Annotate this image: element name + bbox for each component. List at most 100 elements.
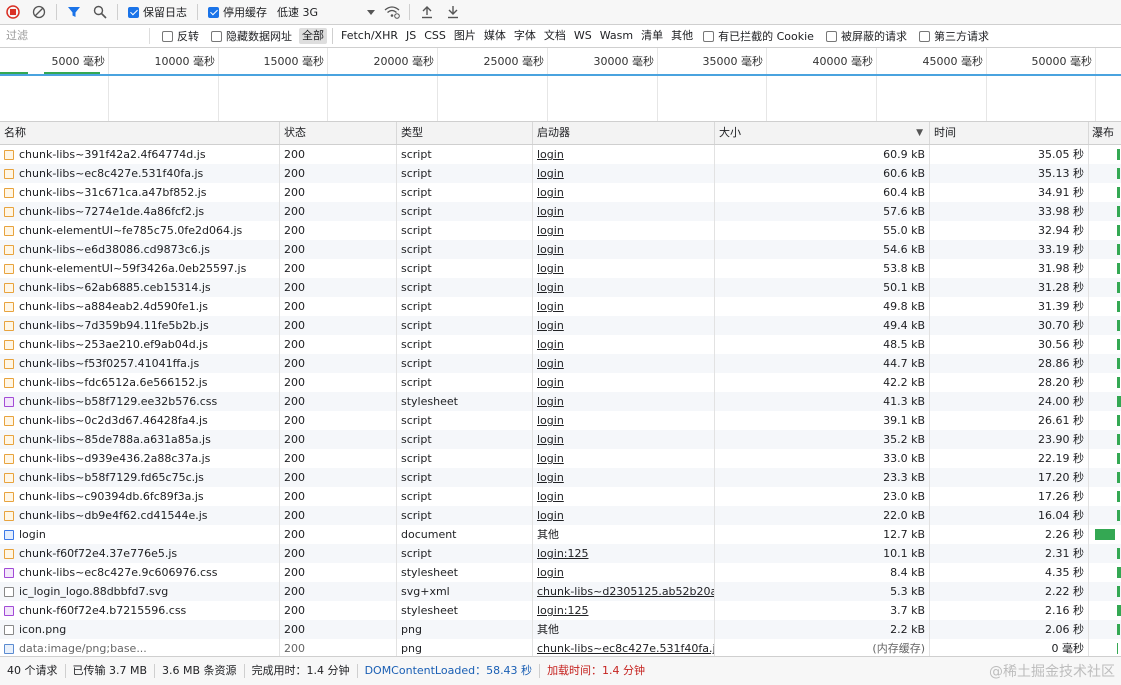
download-icon[interactable] (444, 3, 462, 21)
cell-initiator[interactable]: login (533, 164, 715, 183)
initiator-link[interactable]: login (537, 452, 564, 465)
header-time[interactable]: 时间 (930, 122, 1089, 144)
initiator-link[interactable]: login (537, 319, 564, 332)
cell-name[interactable]: chunk-libs~e6d38086.cd9873c6.js (0, 240, 280, 259)
cell-initiator[interactable]: login (533, 259, 715, 278)
cell-name[interactable]: chunk-libs~b58f7129.fd65c75c.js (0, 468, 280, 487)
initiator-link[interactable]: login (537, 148, 564, 161)
third-party-checkbox[interactable]: 第三方请求 (918, 28, 989, 44)
cell-name[interactable]: chunk-elementUI~fe785c75.0fe2d064.js (0, 221, 280, 240)
preserve-log-checkbox[interactable]: 保留日志 (128, 4, 187, 20)
table-row[interactable]: chunk-libs~253ae210.ef9ab04d.js 200 script… (0, 335, 1121, 354)
cell-name[interactable]: chunk-libs~7274e1de.4a86fcf2.js (0, 202, 280, 221)
initiator-link[interactable]: login (537, 300, 564, 313)
cell-name[interactable]: ic_login_logo.88dbbfd7.svg (0, 582, 280, 601)
initiator-link[interactable]: login (537, 281, 564, 294)
cell-initiator[interactable]: login (533, 240, 715, 259)
cell-initiator[interactable]: login (533, 563, 715, 582)
type-filter-wasm[interactable]: Wasm (597, 28, 636, 44)
cell-name[interactable]: chunk-libs~a884eab2.4d590fe1.js (0, 297, 280, 316)
table-row[interactable]: login 200 document 其他 12.7 kB 2.26 秒 (0, 525, 1121, 544)
initiator-link[interactable]: login (537, 471, 564, 484)
blocked-cookies-checkbox[interactable]: 有已拦截的 Cookie (703, 28, 814, 44)
table-row[interactable]: chunk-libs~e6d38086.cd9873c6.js 200 script… (0, 240, 1121, 259)
table-row[interactable]: chunk-libs~d939e436.2a88c37a.js 200 script… (0, 449, 1121, 468)
table-row[interactable]: chunk-libs~b58f7129.ee32b576.css 200 style… (0, 392, 1121, 411)
cell-initiator[interactable]: login (533, 221, 715, 240)
cell-name[interactable]: chunk-elementUI~59f3426a.0eb25597.js (0, 259, 280, 278)
table-row[interactable]: ic_login_logo.88dbbfd7.svg 200 svg+xml chun… (0, 582, 1121, 601)
upload-icon[interactable] (418, 3, 436, 21)
type-filter-other[interactable]: 其他 (668, 28, 696, 44)
cell-name[interactable]: chunk-libs~85de788a.a631a85a.js (0, 430, 280, 449)
cell-name[interactable]: chunk-libs~391f42a2.4f64774d.js (0, 145, 280, 164)
cell-name[interactable]: chunk-libs~7d359b94.11fe5b2b.js (0, 316, 280, 335)
checkbox-box[interactable] (162, 30, 173, 42)
cell-initiator[interactable]: login (533, 487, 715, 506)
cell-name[interactable]: chunk-libs~253ae210.ef9ab04d.js (0, 335, 280, 354)
cell-name[interactable]: chunk-libs~62ab6885.ceb15314.js (0, 278, 280, 297)
initiator-link[interactable]: login (537, 167, 564, 180)
cell-name[interactable]: chunk-libs~d939e436.2a88c37a.js (0, 449, 280, 468)
cell-name[interactable]: chunk-libs~0c2d3d67.46428fa4.js (0, 411, 280, 430)
timeline-overview[interactable]: 5000 毫秒 10000 毫秒 15000 毫秒 20000 毫秒 25000 毫秒 3… (0, 48, 1121, 122)
cell-name[interactable]: chunk-libs~31c671ca.a47bf852.js (0, 183, 280, 202)
table-row[interactable]: chunk-f60f72e4.37e776e5.js 200 script login… (0, 544, 1121, 563)
cell-initiator[interactable]: login (533, 354, 715, 373)
type-filter-font[interactable]: 字体 (511, 28, 539, 44)
cell-initiator[interactable]: login (533, 468, 715, 487)
initiator-link[interactable]: login (537, 395, 564, 408)
header-initiator[interactable]: 启动器 (533, 122, 715, 144)
cell-initiator[interactable]: login (533, 278, 715, 297)
cell-name[interactable]: chunk-libs~f53f0257.41041ffa.js (0, 354, 280, 373)
cell-name[interactable]: chunk-libs~b58f7129.ee32b576.css (0, 392, 280, 411)
table-row[interactable]: chunk-elementUI~fe785c75.0fe2d064.js 200 s… (0, 221, 1121, 240)
type-filter-css[interactable]: CSS (421, 28, 449, 44)
table-row[interactable]: chunk-libs~7d359b94.11fe5b2b.js 200 script… (0, 316, 1121, 335)
header-status[interactable]: 状态 (280, 122, 397, 144)
cell-initiator[interactable]: login:125 (533, 601, 715, 620)
type-filter-fetch-xhr[interactable]: Fetch/XHR (338, 28, 401, 44)
initiator-link[interactable]: login (537, 224, 564, 237)
checkbox-box[interactable] (211, 30, 222, 42)
cell-initiator[interactable]: login:125 (533, 544, 715, 563)
table-row[interactable]: chunk-libs~a884eab2.4d590fe1.js 200 script… (0, 297, 1121, 316)
checkbox-box[interactable] (128, 6, 139, 18)
cell-initiator[interactable]: login (533, 430, 715, 449)
search-icon[interactable] (91, 3, 109, 21)
cell-initiator[interactable]: login (533, 183, 715, 202)
cell-initiator[interactable]: login (533, 411, 715, 430)
table-row[interactable]: chunk-libs~391f42a2.4f64774d.js 200 script… (0, 145, 1121, 164)
initiator-link[interactable]: chunk-libs~ec8c427e.531f40fa.js:15 (537, 642, 714, 655)
table-row[interactable]: chunk-libs~b58f7129.fd65c75c.js 200 script… (0, 468, 1121, 487)
table-row[interactable]: chunk-f60f72e4.b7215596.css 200 stylesheet… (0, 601, 1121, 620)
table-row[interactable]: chunk-libs~85de788a.a631a85a.js 200 script… (0, 430, 1121, 449)
initiator-link[interactable]: login (537, 414, 564, 427)
header-waterfall[interactable]: 瀑布 (1089, 122, 1121, 144)
initiator-link[interactable]: login (537, 186, 564, 199)
initiator-link[interactable]: login (537, 262, 564, 275)
type-filter-img[interactable]: 图片 (451, 28, 479, 44)
checkbox-box[interactable] (208, 6, 219, 18)
cell-name[interactable]: chunk-libs~ec8c427e.9c606976.css (0, 563, 280, 582)
checkbox-box[interactable] (703, 30, 715, 42)
initiator-link[interactable]: login (537, 566, 564, 579)
header-size[interactable]: 大小 ▼ (715, 122, 930, 144)
cell-name[interactable]: chunk-f60f72e4.b7215596.css (0, 601, 280, 620)
cell-initiator[interactable]: login (533, 202, 715, 221)
table-row[interactable]: chunk-libs~db9e4f62.cd41544e.js 200 script… (0, 506, 1121, 525)
type-filter-doc[interactable]: 文档 (541, 28, 569, 44)
initiator-link[interactable]: login:125 (537, 547, 589, 560)
initiator-link[interactable]: chunk-libs~d2305125.ab52b20a.js:7 (537, 585, 714, 598)
header-name[interactable]: 名称 (0, 122, 280, 144)
table-row[interactable]: chunk-elementUI~59f3426a.0eb25597.js 200 s… (0, 259, 1121, 278)
initiator-link[interactable]: login (537, 205, 564, 218)
table-row[interactable]: chunk-libs~c90394db.6fc89f3a.js 200 script… (0, 487, 1121, 506)
table-row[interactable]: chunk-libs~fdc6512a.6e566152.js 200 script… (0, 373, 1121, 392)
hide-data-urls-checkbox[interactable]: 隐藏数据网址 (211, 28, 292, 44)
table-row[interactable]: chunk-libs~ec8c427e.531f40fa.js 200 script… (0, 164, 1121, 183)
filter-icon[interactable] (65, 3, 83, 21)
blocked-requests-checkbox[interactable]: 被屏蔽的请求 (825, 28, 907, 44)
initiator-link[interactable]: login (537, 376, 564, 389)
type-filter-ws[interactable]: WS (571, 28, 595, 44)
